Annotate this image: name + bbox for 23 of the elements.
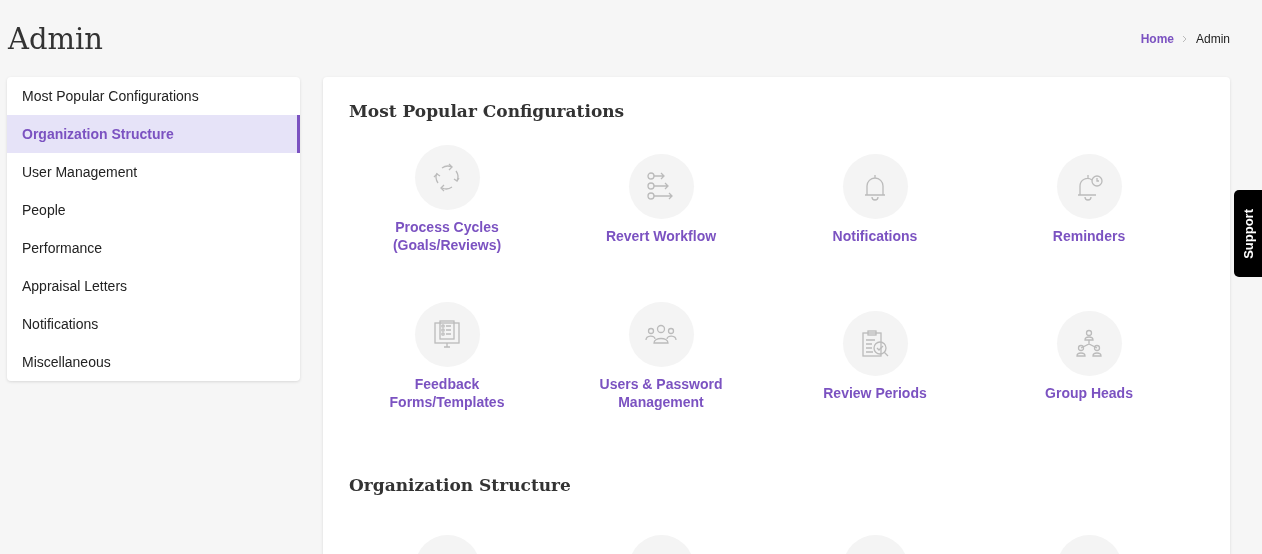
sidebar-item[interactable]: Notifications	[7, 305, 300, 343]
config-link[interactable]: Review Periods	[800, 384, 950, 402]
breadcrumb-link[interactable]: Home	[1140, 32, 1174, 46]
breadcrumb-current: Admin	[1196, 32, 1230, 46]
sidebar-item[interactable]: Appraisal Letters	[7, 267, 300, 305]
sidebar-item[interactable]: Miscellaneous	[7, 343, 300, 381]
sidebar-item[interactable]: Most Popular Configurations	[7, 77, 300, 115]
sidebar-item[interactable]: User Management	[7, 153, 300, 191]
config-link[interactable]: Revert Workflow	[586, 227, 736, 245]
page-title: Admin	[8, 22, 103, 56]
section-title: Organization Structure	[349, 475, 571, 495]
support-tab[interactable]: Support	[1234, 190, 1262, 277]
sidebar-item[interactable]: People	[7, 191, 300, 229]
config-link[interactable]: Notifications	[800, 227, 950, 245]
config-link[interactable]: Process Cycles (Goals/Reviews)	[372, 218, 522, 254]
sidebar-item[interactable]: Performance	[7, 229, 300, 267]
config-link[interactable]: Users & Password Management	[586, 375, 736, 411]
section-title: Most Popular Configurations	[349, 101, 625, 121]
config-link[interactable]: Group Heads	[1014, 384, 1164, 402]
config-link[interactable]: Reminders	[1014, 227, 1164, 245]
chevron-icon	[1182, 35, 1188, 43]
sidebar-item[interactable]: Organization Structure	[7, 115, 300, 153]
config-link[interactable]: Feedback Forms/Templates	[372, 375, 522, 411]
